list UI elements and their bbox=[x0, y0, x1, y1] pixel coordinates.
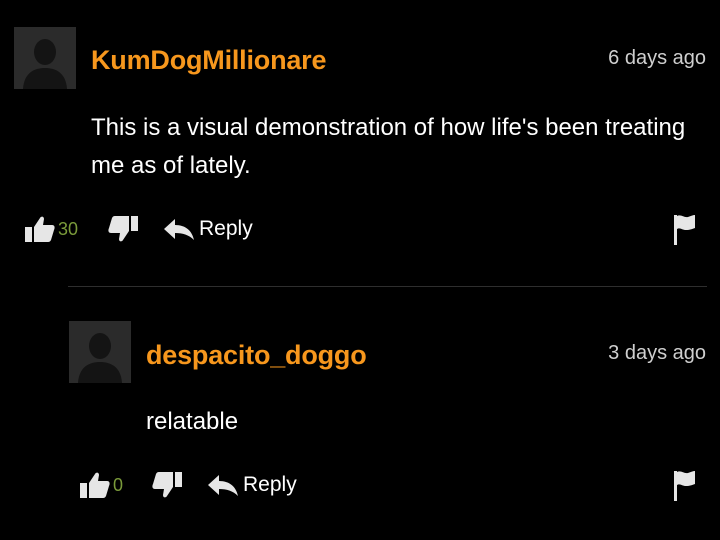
dislike-button[interactable] bbox=[151, 468, 183, 502]
comment-text: This is a visual demonstration of how li… bbox=[91, 114, 686, 179]
dislike-button[interactable] bbox=[107, 212, 139, 246]
default-user-avatar-icon bbox=[14, 27, 76, 89]
user-avatar[interactable] bbox=[69, 321, 131, 383]
flag-icon bbox=[674, 215, 695, 245]
comment-actions: 30 Reply bbox=[0, 212, 720, 246]
thumbs-up-icon bbox=[80, 472, 110, 498]
comment-divider bbox=[68, 286, 707, 287]
like-button[interactable]: 30 bbox=[24, 212, 78, 246]
like-button[interactable]: 0 bbox=[79, 468, 123, 502]
comment: KumDogMillionare 6 days ago This is a vi… bbox=[0, 0, 720, 270]
thumbs-down-icon bbox=[108, 216, 138, 242]
flag-icon bbox=[674, 471, 695, 501]
timestamp: 6 days ago bbox=[608, 47, 706, 69]
flag-button[interactable] bbox=[672, 468, 696, 502]
default-user-avatar-icon bbox=[69, 321, 131, 383]
like-count: 30 bbox=[58, 218, 79, 239]
thumbs-down-icon bbox=[152, 472, 182, 498]
comment-text: relatable bbox=[146, 408, 239, 435]
thumbs-up-icon bbox=[25, 216, 55, 242]
timestamp: 3 days ago bbox=[608, 342, 706, 364]
like-count: 0 bbox=[113, 474, 124, 495]
reply-button[interactable]: Reply bbox=[163, 212, 253, 246]
username[interactable]: KumDogMillionare bbox=[91, 45, 327, 76]
comment-actions: 0 Reply bbox=[0, 468, 720, 502]
reply-label: Reply bbox=[243, 473, 297, 496]
reply-button[interactable]: Reply bbox=[207, 468, 297, 502]
reply-arrow-icon bbox=[208, 475, 238, 496]
reply-label: Reply bbox=[199, 217, 253, 240]
user-avatar[interactable] bbox=[14, 27, 76, 89]
reply-arrow-icon bbox=[164, 219, 194, 240]
reply-comment: despacito_doggo 3 days ago relatable 0 R… bbox=[0, 290, 720, 540]
username[interactable]: despacito_doggo bbox=[146, 340, 367, 371]
flag-button[interactable] bbox=[672, 212, 696, 246]
